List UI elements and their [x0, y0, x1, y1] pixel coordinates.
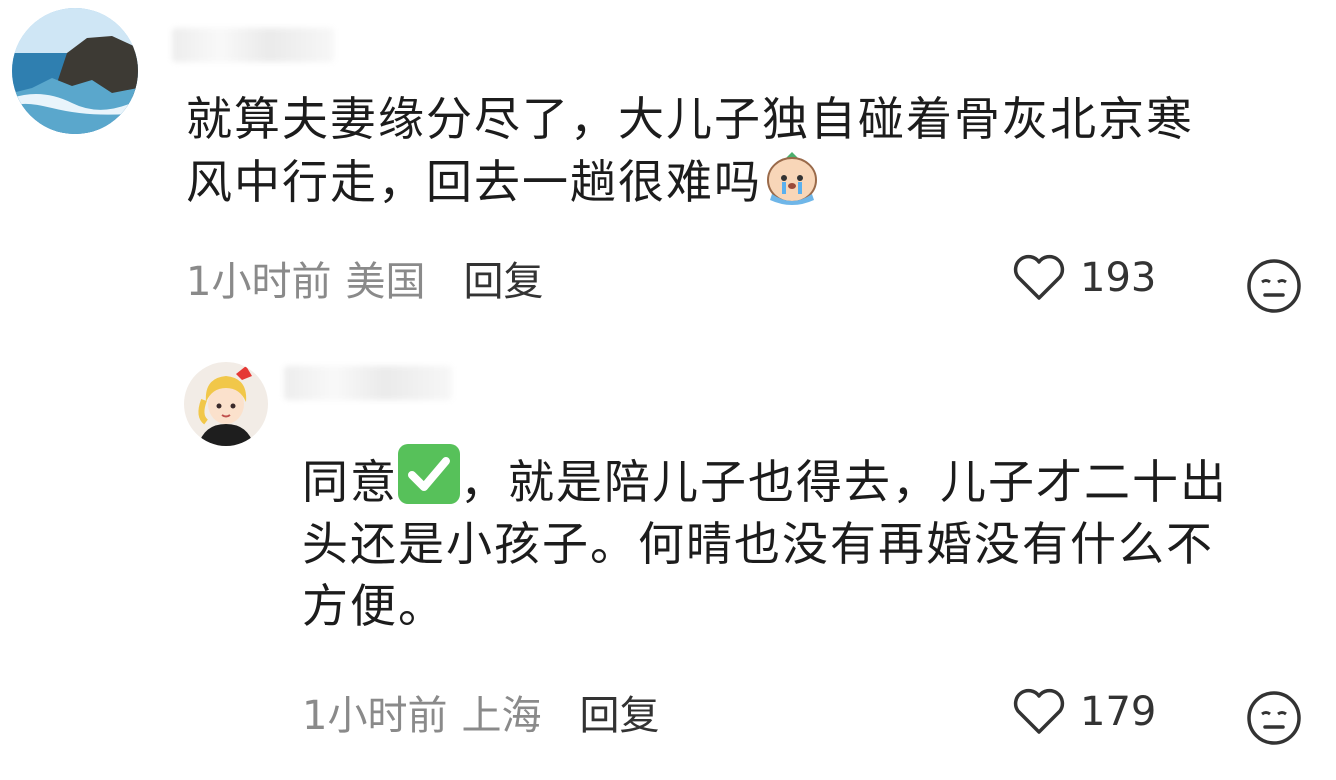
comment-meta: 1小时前 上海 回复: [302, 692, 659, 740]
comment-text: 同意 ，就是陪儿子也得去，儿子才二十出 头还是小孩子。何晴也没有再婚没有什么不 方…: [302, 444, 1312, 637]
dislike-button[interactable]: [1246, 690, 1302, 746]
comment-location: 美国: [345, 259, 426, 305]
like-button[interactable]: 179: [1012, 688, 1156, 736]
comment-text: 就算夫妻缘分尽了，大儿子独自碰着骨灰北京寒 风中行走，回去一趟很难吗: [186, 92, 1194, 209]
comment-time: 1小时前: [302, 693, 448, 739]
coast-photo-avatar: [12, 8, 138, 134]
like-button[interactable]: 193: [1012, 254, 1156, 302]
username-blurred[interactable]: [284, 366, 452, 400]
check-mark-emoji-icon: [398, 444, 460, 504]
comment-meta: 1小时前 美国 回复: [186, 258, 543, 306]
crying-emoji-icon: [762, 150, 822, 206]
neutral-face-icon: [1247, 691, 1301, 745]
avatar[interactable]: [184, 362, 268, 446]
username-blurred[interactable]: [172, 28, 334, 62]
cartoon-girl-avatar: [184, 362, 268, 446]
avatar[interactable]: [12, 8, 138, 134]
reply-button[interactable]: 回复: [463, 259, 543, 305]
like-count: 179: [1080, 689, 1157, 735]
comment-location: 上海: [461, 693, 542, 739]
dislike-button[interactable]: [1246, 258, 1302, 314]
heart-outline-icon: [1013, 688, 1065, 734]
reply-button[interactable]: 回复: [579, 693, 659, 739]
like-count: 193: [1080, 255, 1157, 301]
comment-time: 1小时前: [186, 259, 332, 305]
heart-outline-icon: [1013, 254, 1065, 300]
neutral-face-icon: [1247, 259, 1301, 313]
